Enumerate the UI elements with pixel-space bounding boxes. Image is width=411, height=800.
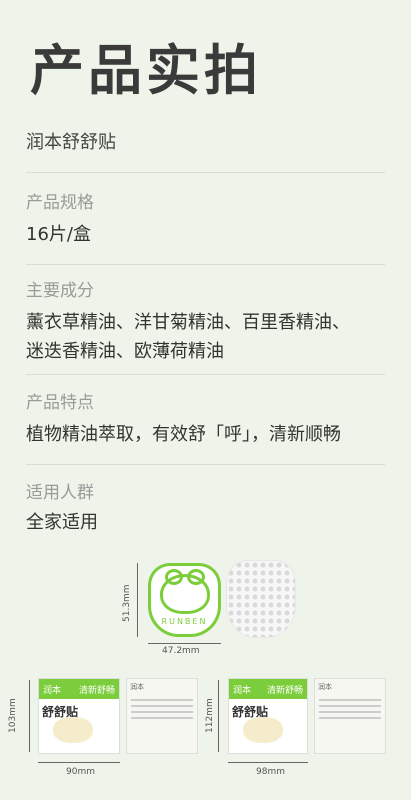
divider bbox=[26, 464, 385, 465]
pack1-height-label: 103mm bbox=[8, 698, 18, 733]
pack1-front-image: 润本 清新舒畅 舒舒贴 bbox=[38, 678, 120, 754]
pack2-height-label: 112mm bbox=[205, 698, 215, 733]
ingredients-label: 主要成分 bbox=[26, 281, 94, 301]
divider bbox=[26, 172, 385, 173]
bear-icon bbox=[53, 717, 93, 743]
sticker-height-label: 51.3mm bbox=[122, 584, 132, 622]
dimension-line bbox=[38, 762, 120, 763]
audience-value: 全家适用 bbox=[26, 512, 98, 533]
dimension-line bbox=[29, 680, 30, 752]
spec-label: 产品规格 bbox=[26, 193, 94, 213]
divider bbox=[26, 374, 385, 375]
features-value: 植物精油萃取，有效舒「呼」，清新顺畅 bbox=[26, 424, 341, 445]
divider bbox=[26, 264, 385, 265]
pack2-front-image: 润本 清新舒畅 舒舒贴 bbox=[228, 678, 308, 754]
pack2-tagline: 清新舒畅 bbox=[266, 685, 303, 696]
pack1-brand: 润本 bbox=[43, 685, 62, 696]
sticker-back-image bbox=[226, 560, 296, 638]
product-name: 润本舒舒贴 bbox=[26, 132, 116, 153]
dimension-line bbox=[218, 680, 219, 752]
ingredients-value: 薰衣草精油、洋甘菊精油、百里香精油、迷迭香精油、欧薄荷精油 bbox=[26, 312, 350, 362]
features-label: 产品特点 bbox=[26, 393, 94, 413]
bear-icon bbox=[159, 569, 210, 614]
pack2-width-label: 98mm bbox=[256, 767, 285, 777]
dimension-line bbox=[148, 643, 221, 644]
dimension-line bbox=[228, 762, 308, 763]
sticker-image: RUNBEN bbox=[148, 563, 221, 637]
sticker-width-label: 47.2mm bbox=[162, 646, 200, 656]
bear-icon bbox=[243, 717, 283, 743]
dimension-line bbox=[137, 563, 138, 637]
pack1-width-label: 90mm bbox=[66, 767, 95, 777]
page-title: 产品实拍 bbox=[30, 39, 262, 102]
pack2-back-image: 润本 bbox=[314, 678, 386, 754]
audience-label: 适用人群 bbox=[26, 483, 94, 503]
pack2-brand: 润本 bbox=[233, 685, 252, 696]
spec-value: 16片/盒 bbox=[26, 224, 91, 245]
pack1-tagline: 清新舒畅 bbox=[78, 685, 115, 696]
pack2-back-brand: 润本 bbox=[318, 683, 332, 691]
pack1-back-image: 润本 bbox=[126, 678, 198, 754]
pack1-back-brand: 润本 bbox=[130, 683, 144, 691]
sticker-brand: RUNBEN bbox=[161, 617, 208, 626]
